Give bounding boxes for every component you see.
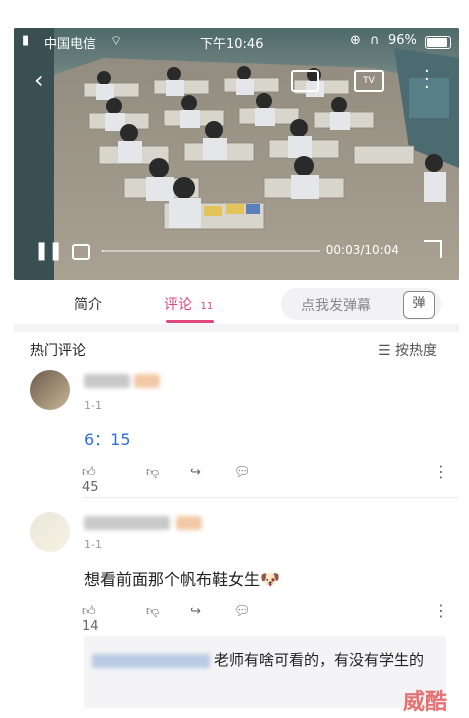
avatar[interactable]: [30, 512, 70, 552]
active-tab-indicator: [166, 320, 214, 323]
comment-date: 1-1: [84, 538, 102, 551]
comment-more-icon[interactable]: ⋮: [433, 601, 449, 620]
comment-more-icon[interactable]: ⋮: [433, 462, 449, 481]
tv-cast-icon[interactable]: TV: [354, 70, 384, 92]
chat-bubble-icon: 💬︎: [234, 604, 251, 619]
chat-bubble-icon: 💬︎: [234, 465, 251, 480]
hot-comments-title: 热门评论: [30, 343, 86, 359]
sort-label: 按热度: [395, 343, 438, 359]
headphones-icon: ∩: [370, 33, 380, 48]
share-icon: ↪: [190, 465, 201, 480]
danmu-send-button[interactable]: 弹: [403, 291, 435, 319]
section-divider: [14, 324, 459, 332]
reply-username-blurred: [92, 653, 210, 668]
reply-text: 老师有啥可看的，有没有学生的: [92, 646, 432, 674]
reply-button[interactable]: 💬︎: [234, 465, 251, 480]
carrier-label: 中国电信: [44, 37, 97, 52]
fullscreen-icon[interactable]: [424, 240, 442, 258]
user-badge-blurred: [176, 516, 202, 530]
share-button[interactable]: ↪: [190, 465, 201, 480]
wifi-icon: ⌔: [110, 34, 123, 49]
signal-icon: ▮: [22, 33, 30, 48]
avatar[interactable]: [30, 370, 70, 410]
tab-intro[interactable]: 简介: [74, 294, 102, 314]
tab-comments[interactable]: 评论 11: [164, 294, 213, 314]
more-menu-icon[interactable]: · · ·: [424, 63, 430, 97]
progress-fill: [102, 250, 104, 252]
thumbs-down-icon: 👎︎: [146, 465, 160, 480]
share-icon: ↪: [190, 604, 201, 619]
comment-divider: [82, 497, 459, 498]
comment-date: 1-1: [84, 399, 102, 412]
comment-text-content: 想看前面那个帆布鞋女生: [84, 570, 261, 589]
battery-icon: [425, 36, 451, 49]
comment-text[interactable]: 想看前面那个帆布鞋女生🐶: [84, 566, 280, 590]
reply-button[interactable]: 💬︎: [234, 604, 251, 619]
dog-emoji: 🐶: [260, 570, 280, 589]
pause-icon[interactable]: ❚❚: [34, 240, 63, 261]
like-count: 14: [82, 619, 99, 634]
thumbs-up-icon: 👍︎: [82, 604, 96, 619]
user-badge-blurred: [134, 374, 160, 388]
sort-by-popularity[interactable]: ☰ 按热度: [378, 340, 437, 360]
like-count: 45: [82, 480, 99, 495]
comment-count: 11: [200, 301, 214, 312]
username-blurred: [84, 516, 170, 530]
username-blurred: [84, 374, 130, 388]
thumbs-up-icon: 👍︎: [82, 465, 96, 480]
danmu-input[interactable]: 点我发弹幕 弹: [281, 288, 441, 320]
comment-text[interactable]: 6：15: [84, 426, 131, 450]
time-display: 00:03/10:04: [325, 243, 399, 257]
tab-comments-label: 评论: [164, 297, 192, 313]
thumbs-down-icon: 👎︎: [146, 604, 160, 619]
battery-percent: 96%: [388, 33, 417, 48]
sort-icon: ☰: [378, 343, 391, 359]
dislike-button[interactable]: 👎︎: [146, 604, 159, 619]
dislike-button[interactable]: 👎︎: [146, 465, 159, 480]
share-button[interactable]: ↪: [190, 604, 201, 619]
app-frame: ▮ 中国电信 ⌔ 下午10:46 ⊕ ∩ 96% ‹ TV · · · ❚❚ 00:…: [0, 0, 469, 718]
video-player[interactable]: ▮ 中国电信 ⌔ 下午10:46 ⊕ ∩ 96% ‹ TV · · · ❚❚ 00:…: [14, 28, 459, 280]
watermark-logo: 威酷: [402, 690, 447, 715]
like-button[interactable]: 👍︎14: [82, 604, 99, 634]
danmu-toggle-icon[interactable]: [72, 244, 90, 260]
reply-preview[interactable]: 老师有啥可看的，有没有学生的: [84, 636, 446, 708]
picture-in-picture-icon[interactable]: [291, 70, 319, 92]
like-button[interactable]: 👍︎45: [82, 465, 99, 495]
lock-rotation-icon: ⊕: [350, 33, 361, 48]
status-bar: ▮ 中国电信 ⌔ 下午10:46 ⊕ ∩ 96%: [14, 28, 459, 54]
reply-content: 老师有啥可看的，有没有学生的: [214, 651, 425, 669]
progress-bar[interactable]: [102, 250, 320, 252]
clock: 下午10:46: [200, 37, 264, 52]
danmu-placeholder: 点我发弹幕: [301, 298, 371, 314]
back-icon[interactable]: ‹: [34, 66, 44, 94]
